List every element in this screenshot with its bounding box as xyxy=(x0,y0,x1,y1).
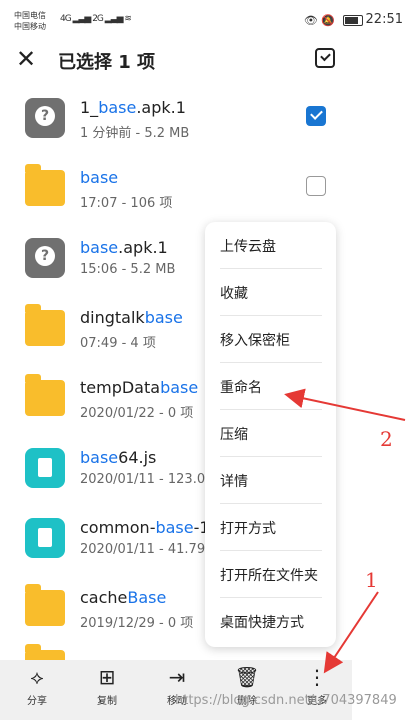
file-name: base.apk.1 xyxy=(80,238,168,257)
carrier-2: 中国移动 xyxy=(14,22,46,31)
menu-item-label: 详情 xyxy=(220,474,248,490)
menu-item-label: 移入保密柜 xyxy=(220,333,290,349)
file-meta: 2020/01/11 - 123.05 xyxy=(80,472,214,487)
status-time: 22:51 xyxy=(365,12,403,27)
file-meta: 17:07 - 106 项 xyxy=(80,196,173,211)
move-button[interactable]: ⇥ 移动 xyxy=(152,660,202,720)
document-file-icon xyxy=(25,518,65,558)
copy-icon: ⊞ xyxy=(98,665,116,689)
apk-file-icon xyxy=(25,98,65,138)
menu-item-compress[interactable]: 压缩 xyxy=(205,410,336,457)
file-meta: 15:06 - 5.2 MB xyxy=(80,262,176,277)
signal-icon: 4G ▂▃▅ 2G ▂▃▅ ≋ xyxy=(60,14,132,24)
carrier-info: 中国电信 中国移动 xyxy=(14,10,46,32)
menu-item-label: 桌面快捷方式 xyxy=(220,615,304,631)
file-checkbox[interactable] xyxy=(306,176,326,196)
menu-item-move-to-safe[interactable]: 移入保密柜 xyxy=(205,316,336,363)
status-bar: 中国电信 中国移动 4G ▂▃▅ 2G ▂▃▅ ≋ 👁 🔕 22:51 xyxy=(0,0,415,40)
menu-item-label: 重命名 xyxy=(220,380,262,396)
file-meta: 2020/01/11 - 41.79 I xyxy=(80,542,214,557)
bottom-action-bar: ⟡ 分享 ⊞ 复制 ⇥ 移动 🗑 删除 ⋮ 更多 xyxy=(0,660,352,720)
more-options-menu: 上传云盘 收藏 移入保密柜 重命名 压缩 详情 打开方式 打开所在文件夹 桌面快… xyxy=(205,222,336,647)
file-checkbox-checked[interactable] xyxy=(306,106,326,126)
more-button[interactable]: ⋮ 更多 xyxy=(292,660,342,720)
file-name: tempDatabase xyxy=(80,378,199,397)
menu-item-desktop-shortcut[interactable]: 桌面快捷方式 xyxy=(205,598,336,645)
folder-icon xyxy=(25,164,65,206)
folder-icon xyxy=(25,584,65,626)
menu-item-label: 压缩 xyxy=(220,427,248,443)
signal-2-label: 2G xyxy=(92,14,104,24)
file-name: cacheBase xyxy=(80,588,167,607)
carrier-1: 中国电信 xyxy=(14,11,46,20)
file-name: common-base-1.0 xyxy=(80,518,225,537)
menu-item-open-folder[interactable]: 打开所在文件夹 xyxy=(205,551,336,598)
more-icon: ⋮ xyxy=(307,665,327,689)
battery-icon xyxy=(343,15,363,26)
selection-header: ✕ 已选择 1 项 xyxy=(0,38,415,82)
file-name: base xyxy=(80,168,119,187)
copy-label: 复制 xyxy=(97,696,117,707)
menu-item-label: 打开方式 xyxy=(220,521,276,537)
menu-item-label: 收藏 xyxy=(220,286,248,302)
share-button[interactable]: ⟡ 分享 xyxy=(12,660,62,720)
menu-item-open-with[interactable]: 打开方式 xyxy=(205,504,336,551)
file-name: base64.js xyxy=(80,448,157,467)
file-name: dingtalkbase xyxy=(80,308,183,327)
signal-1-label: 4G xyxy=(60,14,72,24)
watermark: https://blog.csdn.net/u704397849 xyxy=(175,693,397,708)
document-file-icon xyxy=(25,448,65,488)
select-all-icon[interactable] xyxy=(315,48,335,68)
menu-item-label: 打开所在文件夹 xyxy=(220,568,318,584)
delete-button[interactable]: 🗑 删除 xyxy=(222,660,272,720)
share-label: 分享 xyxy=(27,696,47,707)
file-meta: 07:49 - 4 项 xyxy=(80,336,156,351)
file-row[interactable]: base 17:07 - 106 项 xyxy=(0,154,350,224)
file-meta: 2020/01/22 - 0 项 xyxy=(80,406,194,421)
share-icon: ⟡ xyxy=(30,665,44,689)
file-meta: 2019/12/29 - 0 项 xyxy=(80,616,194,631)
delete-icon: 🗑 xyxy=(234,665,260,689)
status-icons: 👁 🔕 xyxy=(303,14,335,27)
move-icon: ⇥ xyxy=(168,665,186,689)
apk-file-icon xyxy=(25,238,65,278)
menu-item-favorite[interactable]: 收藏 xyxy=(205,269,336,316)
menu-item-upload-cloud[interactable]: 上传云盘 xyxy=(205,222,336,269)
menu-item-rename[interactable]: 重命名 xyxy=(205,363,336,410)
file-name: 1_base.apk.1 xyxy=(80,98,186,117)
menu-item-details[interactable]: 详情 xyxy=(205,457,336,504)
file-meta: 1 分钟前 - 5.2 MB xyxy=(80,126,190,141)
annotation-label-1: 1 xyxy=(365,568,378,592)
page-title: 已选择 1 项 xyxy=(58,52,156,73)
folder-icon xyxy=(25,304,65,346)
annotation-label-2: 2 xyxy=(380,427,393,451)
menu-item-label: 上传云盘 xyxy=(220,239,276,255)
file-row[interactable]: 1_base.apk.1 1 分钟前 - 5.2 MB xyxy=(0,84,350,154)
folder-icon xyxy=(25,374,65,416)
close-icon[interactable]: ✕ xyxy=(16,46,36,72)
copy-button[interactable]: ⊞ 复制 xyxy=(82,660,132,720)
